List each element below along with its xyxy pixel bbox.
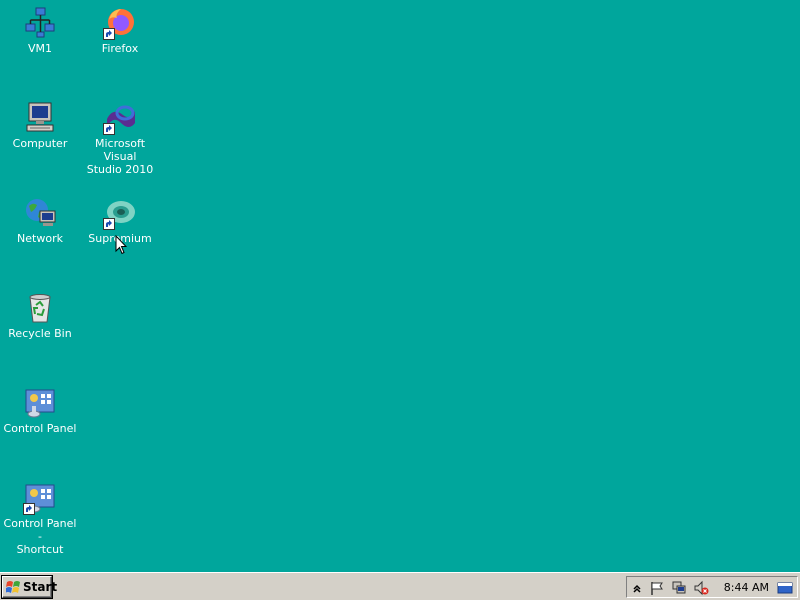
firefox-icon: [103, 6, 137, 40]
taskbar: Start 8:44 AM: [0, 572, 800, 600]
shortcut-arrow-icon: [103, 28, 115, 40]
desktop-icon-label: Control Panel: [3, 422, 77, 435]
control-panel-icon: [23, 386, 57, 420]
network-icon: [23, 196, 57, 230]
start-button[interactable]: Start: [2, 576, 57, 598]
show-desktop-icon[interactable]: [777, 580, 793, 596]
network-tray-icon[interactable]: [671, 580, 687, 596]
desktop-icon-label: Microsoft Visual Studio 2010: [86, 137, 154, 176]
desktop-icon-label: Computer: [12, 137, 68, 150]
desktop-icon-supremium[interactable]: Supremium: [80, 196, 160, 245]
desktop[interactable]: VM1 Firefox Computer Microsoft Visual St…: [0, 0, 800, 572]
speaker-muted-icon[interactable]: [693, 580, 709, 596]
desktop-icon-label: Control Panel - Shortcut: [3, 517, 77, 556]
windows-logo-icon: [6, 581, 20, 593]
desktop-icon-label: Recycle Bin: [8, 327, 72, 340]
chevron-up-icon[interactable]: [629, 580, 645, 596]
shortcut-arrow-icon: [103, 218, 115, 230]
desktop-icon-control-panel-shortcut[interactable]: Control Panel - Shortcut: [0, 481, 80, 556]
desktop-icon-control-panel[interactable]: Control Panel: [0, 386, 80, 435]
desktop-icon-vm1[interactable]: VM1: [0, 6, 80, 55]
clock[interactable]: 8:44 AM: [724, 580, 769, 595]
flag-icon[interactable]: [649, 580, 665, 596]
desktop-icon-network[interactable]: Network: [0, 196, 80, 245]
network-share-icon: [23, 6, 57, 40]
desktop-icon-visual-studio[interactable]: Microsoft Visual Studio 2010: [80, 101, 160, 176]
desktop-icon-label: Firefox: [101, 42, 139, 55]
system-tray: 8:44 AM: [626, 576, 798, 598]
desktop-icon-label: VM1: [27, 42, 52, 55]
computer-icon: [23, 101, 57, 135]
desktop-icon-computer[interactable]: Computer: [0, 101, 80, 150]
shortcut-arrow-icon: [103, 123, 115, 135]
control-panel-icon: [23, 481, 57, 515]
start-label: Start: [23, 580, 58, 594]
visual-studio-icon: [103, 101, 137, 135]
desktop-icon-recycle-bin[interactable]: Recycle Bin: [0, 291, 80, 340]
desktop-icon-label: Supremium: [88, 232, 152, 245]
shortcut-arrow-icon: [23, 503, 35, 515]
desktop-icon-label: Network: [17, 232, 63, 245]
supremium-icon: [103, 196, 137, 230]
recycle-bin-icon: [23, 291, 57, 325]
desktop-icon-firefox[interactable]: Firefox: [80, 6, 160, 55]
